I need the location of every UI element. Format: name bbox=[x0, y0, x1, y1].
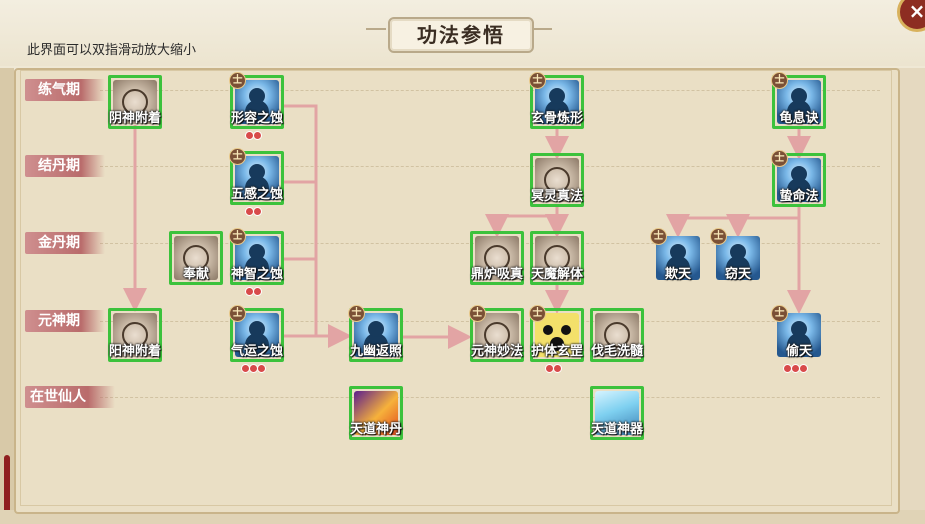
skill-node-guixi[interactable]: 士 龟息诀 bbox=[771, 72, 826, 129]
rank-badge: 士 bbox=[469, 305, 486, 322]
link-xingrong-trunk bbox=[282, 104, 318, 337]
skill-node-yuanshen-miaofa[interactable]: 士 元神妙法 bbox=[469, 305, 524, 362]
skill-label: 天道神器 bbox=[590, 422, 643, 437]
skill-node-famao[interactable]: 伐毛洗髓 bbox=[590, 308, 644, 362]
skill-label: 偷天 bbox=[785, 344, 812, 359]
skill-node-yinshen[interactable]: 阴神附着 bbox=[108, 75, 162, 129]
rank-badge: 士 bbox=[771, 72, 788, 89]
rank-badge: 士 bbox=[529, 305, 546, 322]
skill-label: 九幽返照 bbox=[349, 344, 402, 359]
level-dots bbox=[241, 358, 266, 373]
skill-node-qiyun[interactable]: 士 气运之蚀 bbox=[229, 305, 284, 373]
skill-node-jiuyou[interactable]: 士 九幽返照 bbox=[348, 305, 403, 362]
rank-badge: 士 bbox=[229, 72, 246, 89]
skill-node-tiandao-shenqi[interactable]: 天道神器 bbox=[590, 386, 644, 440]
skill-label: 形容之蚀 bbox=[230, 111, 283, 126]
skill-label: 五感之蚀 bbox=[230, 187, 283, 202]
skill-label: 冥灵真法 bbox=[530, 189, 583, 204]
skill-node-toutian[interactable]: 士 偷天 bbox=[771, 305, 823, 373]
rank-badge: 士 bbox=[229, 148, 246, 165]
skill-node-yangshen[interactable]: 阳神附着 bbox=[108, 308, 162, 362]
rank-badge: 士 bbox=[529, 72, 546, 89]
skill-node-tianmo[interactable]: 天魔解体 bbox=[530, 231, 584, 285]
skill-label: 天魔解体 bbox=[530, 267, 583, 282]
skill-label: 伐毛洗髓 bbox=[590, 344, 643, 359]
skill-node-qitian[interactable]: 士 欺天 bbox=[650, 228, 702, 282]
skill-label: 神智之蚀 bbox=[230, 267, 283, 282]
skill-label: 龟息诀 bbox=[779, 111, 819, 126]
level-dots bbox=[545, 358, 562, 373]
skill-node-fengxian[interactable]: 奉献 bbox=[169, 231, 223, 285]
rank-badge: 士 bbox=[710, 228, 727, 245]
skill-label: 阴神附着 bbox=[108, 111, 161, 126]
skill-label: 窃天 bbox=[724, 267, 751, 282]
skill-node-mingling[interactable]: 冥灵真法 bbox=[530, 153, 584, 207]
skill-node-tiandao-shendan[interactable]: 天道神丹 bbox=[349, 386, 403, 440]
skill-node-xuangu[interactable]: 士 玄骨炼形 bbox=[529, 72, 584, 129]
skill-node-qietian[interactable]: 士 窃天 bbox=[710, 228, 762, 282]
skill-node-xingrong[interactable]: 士 形容之蚀 bbox=[229, 72, 284, 140]
rank-badge: 士 bbox=[650, 228, 667, 245]
skill-node-wugan[interactable]: 士 五感之蚀 bbox=[229, 148, 284, 216]
level-dots bbox=[783, 358, 808, 373]
rank-badge: 士 bbox=[229, 305, 246, 322]
skill-node-huti[interactable]: 士 护体玄罡 bbox=[529, 305, 584, 373]
link-mingling-branch bbox=[497, 204, 559, 226]
rank-badge: 士 bbox=[229, 228, 246, 245]
rank-badge: 士 bbox=[771, 305, 788, 322]
skill-node-shenzhi[interactable]: 士 神智之蚀 bbox=[229, 228, 284, 296]
level-dots bbox=[245, 125, 262, 140]
level-dots bbox=[245, 281, 262, 296]
skill-label: 蛰命法 bbox=[779, 189, 819, 204]
rank-badge: 士 bbox=[771, 150, 788, 167]
skill-label: 气运之蚀 bbox=[230, 344, 283, 359]
level-dots bbox=[245, 201, 262, 216]
skill-node-dinglu[interactable]: 鼎炉吸真 bbox=[470, 231, 524, 285]
skill-label: 阳神附着 bbox=[108, 344, 161, 359]
skill-node-zheming[interactable]: 士 蛰命法 bbox=[771, 150, 826, 207]
rank-badge: 士 bbox=[348, 305, 365, 322]
skill-label: 玄骨炼形 bbox=[530, 111, 583, 126]
skill-label: 天道神丹 bbox=[349, 422, 402, 437]
